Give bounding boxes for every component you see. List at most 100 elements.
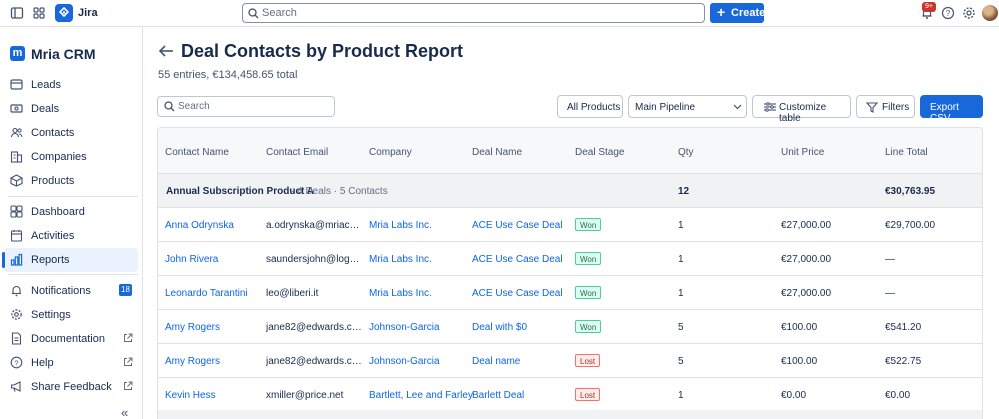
company-link[interactable]: Mria Labs Inc. [369,288,432,299]
contact-name-link[interactable]: Anna Odrynska [165,220,234,231]
top-bar: Jira Search + Create 9+ ? [0,0,999,27]
sidebar-item-deals[interactable]: Deals [4,97,138,121]
qty-cell: 1 [678,390,684,401]
filters-button[interactable]: Filters [856,95,915,118]
line-total-cell: €0.00 [885,390,911,401]
table-row: Amy Rogers jane82@edwards.com Johnson-Ga… [158,344,982,378]
svg-text:?: ? [946,9,951,18]
column-header[interactable]: Line Total [885,147,928,158]
sidebar-item-documentation[interactable]: Documentation [4,327,138,351]
sidebar-item-label: Products [31,175,75,187]
contact-name-link[interactable]: Kevin Hess [165,390,216,401]
export-csv-button[interactable]: Export CSV [920,95,983,124]
sidebar-divider [8,274,138,275]
contact-email: xmiller@price.net [266,390,344,401]
contact-name-link[interactable]: Amy Rogers [165,356,220,367]
sidebar-item-share-feedback[interactable]: Share Feedback [4,375,138,399]
sidebar-toggle-icon[interactable] [10,6,24,20]
sidebar-item-label: Notifications [31,285,91,297]
deal-name-link[interactable]: ACE Use Case Deal [472,220,563,231]
sidebar-item-notifications[interactable]: Notifications 18 [4,279,138,303]
deal-name-link[interactable]: Deal with $0 [472,322,527,333]
product-group-row[interactable]: Annual Subscription Product A · 4 Deals … [158,174,982,208]
deal-stage-badge: Won [575,218,602,231]
companies-icon [10,151,23,163]
column-header[interactable]: Unit Price [781,147,824,158]
external-link-icon [124,357,133,366]
external-link-icon [124,381,133,390]
app-name[interactable]: Jira [78,7,98,19]
global-search-input[interactable]: Search [242,3,705,23]
table-search-input[interactable]: Search [157,96,335,117]
create-label: Create [731,7,766,19]
jira-logo-icon[interactable] [55,4,73,22]
table-header: Contact Name Contact Email Company Deal … [158,128,982,174]
company-link[interactable]: Mria Labs Inc. [369,220,432,231]
deal-name-link[interactable]: ACE Use Case Deal [472,254,563,265]
user-avatar[interactable] [982,5,998,21]
product-group-meta: · 4 Deals · 5 Contacts [291,186,388,197]
product-group-total: €30,763.95 [885,186,936,197]
unit-price-cell: €100.00 [781,356,818,367]
column-header[interactable]: Company [369,147,412,158]
table-row: Amy Rogers jane82@edwards.com Johnson-Ga… [158,310,982,344]
search-icon [248,8,259,19]
contact-email: a.odrynska@mriacorp.com [266,220,362,231]
help-icon[interactable]: ? [941,6,955,20]
deal-stage-badge: Won [575,286,602,299]
filter-icon [866,102,878,113]
sidebar-item-dashboard[interactable]: Dashboard [4,200,138,224]
next-group-row [158,410,982,419]
line-total-cell: — [885,254,895,265]
sidebar-item-leads[interactable]: Leads [4,73,138,97]
sidebar-item-contacts[interactable]: Contacts [4,121,138,145]
all-products-button[interactable]: All Products [557,95,623,118]
sidebar-item-help[interactable]: ? Help [4,351,138,375]
search-placeholder: Search [178,101,210,112]
sidebar-item-label: Help [31,357,54,369]
column-header[interactable]: Contact Email [266,147,328,158]
bell-icon [12,285,21,297]
contact-name-link[interactable]: Leonardo Tarantini [165,288,248,299]
deal-name-link[interactable]: ACE Use Case Deal [472,288,563,299]
pipeline-select[interactable]: Main Pipeline [628,95,747,118]
deal-stage-badge: Lost [575,388,601,401]
report-summary: 55 entries, €134,458.65 total [158,69,298,81]
company-link[interactable]: Mria Labs Inc. [369,254,432,265]
products-icon [10,174,23,187]
sidebar-item-label: Leads [31,79,61,91]
deal-name-link[interactable]: Barlett Deal [472,390,524,401]
line-total-cell: — [885,288,895,299]
contact-name-link[interactable]: John Rivera [165,254,218,265]
pipeline-value: Main Pipeline [635,102,696,113]
table-row: Kevin Hess xmiller@price.net Bartlett, L… [158,378,982,412]
unit-price-cell: €100.00 [781,322,818,333]
deal-name-link[interactable]: Deal name [472,356,520,367]
company-link[interactable]: Johnson-Garcia [369,322,440,333]
company-link[interactable]: Bartlett, Lee and Farley [369,390,473,401]
collapse-sidebar-icon[interactable]: « [121,405,128,419]
notifications-badge: 9+ [922,2,936,12]
contact-name-link[interactable]: Amy Rogers [165,322,220,333]
column-header[interactable]: Deal Name [472,147,522,158]
sidebar-item-products[interactable]: Products [4,169,138,193]
customize-table-button[interactable]: Customize table [752,95,851,124]
plus-icon: + [717,4,726,20]
company-link[interactable]: Johnson-Garcia [369,356,440,367]
sidebar-item-settings[interactable]: Settings [4,303,138,327]
sidebar-item-activities[interactable]: Activities [4,224,138,248]
unit-price-cell: €27,000.00 [781,220,832,231]
column-header[interactable]: Deal Stage [575,147,624,158]
create-button[interactable]: + Create [710,3,766,23]
app-switcher-icon[interactable] [32,6,46,20]
back-arrow-icon[interactable] [157,42,175,60]
column-header[interactable]: Qty [678,147,694,158]
deal-stage-badge: Lost [575,354,601,367]
gear-icon[interactable] [962,6,976,20]
sidebar-item-reports[interactable]: Reports [2,248,138,272]
sidebar-item-label: Reports [31,254,70,266]
svg-text:?: ? [14,358,18,367]
sidebar-item-companies[interactable]: Companies [4,145,138,169]
column-header[interactable]: Contact Name [165,147,229,158]
qty-cell: 1 [678,288,684,299]
